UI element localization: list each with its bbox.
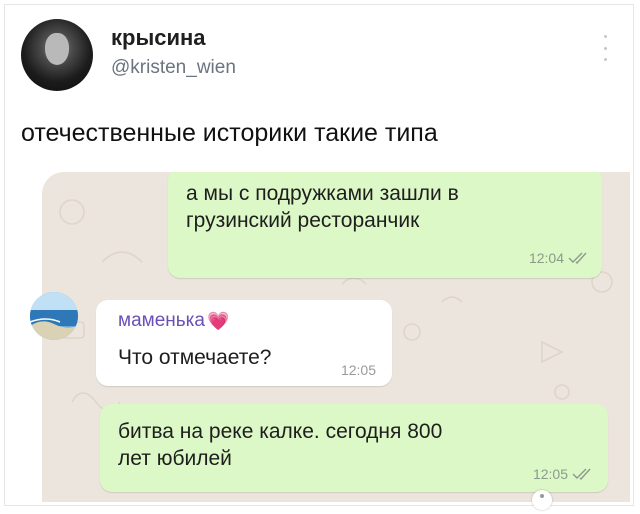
seascape-avatar-image — [30, 292, 78, 340]
tweet-text: отечественные историки такие типа — [21, 119, 438, 147]
message-time: 12:05 — [340, 362, 376, 378]
double-check-icon — [572, 468, 594, 480]
outgoing-message-1[interactable]: а мы с подружками зашли в грузинский рес… — [168, 172, 602, 278]
username[interactable]: @kristen_wien — [111, 57, 236, 79]
outgoing-message-2[interactable]: битва на реке калке. сегодня 800 лет юби… — [100, 404, 608, 492]
sender-name[interactable]: маменька 💗 — [118, 310, 229, 332]
message-meta: 12:05 — [341, 362, 376, 378]
message-meta: 12:05 — [533, 466, 594, 482]
message-time: 12:04 — [528, 250, 564, 266]
display-name[interactable]: крысина — [111, 25, 206, 51]
heart-icon: 💗 — [206, 310, 230, 331]
sender-avatar[interactable] — [30, 292, 78, 340]
chat-screenshot: а мы с подружками зашли в грузинский рес… — [42, 172, 630, 502]
message-time: 12:05 — [532, 466, 568, 482]
message-text: Что отмечаете? — [118, 346, 272, 369]
double-check-icon — [568, 252, 590, 264]
message-meta: 12:04 — [529, 250, 590, 266]
incoming-message[interactable]: маменька 💗 Что отмечаете? 12:05 — [96, 300, 392, 386]
scroll-down-indicator[interactable] — [532, 490, 552, 510]
profile-avatar[interactable] — [21, 19, 93, 91]
avatar-face — [45, 33, 69, 65]
more-options-icon[interactable] — [601, 35, 609, 61]
message-text: битва на реке калке. сегодня 800 лет юби… — [118, 420, 443, 470]
message-text: а мы с подружками зашли в грузинский рес… — [186, 182, 459, 232]
